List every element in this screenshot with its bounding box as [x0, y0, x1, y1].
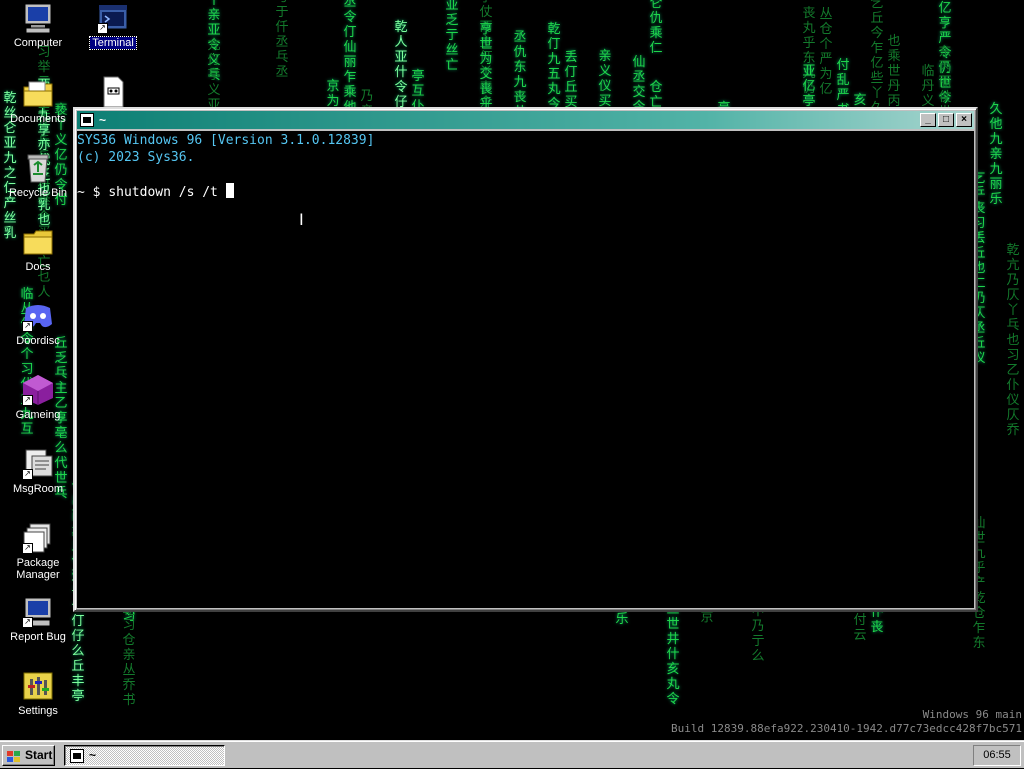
desktop-icon-computer[interactable]: Computer: [2, 2, 74, 49]
desktop-icon-msgroom[interactable]: ↗ MsgRoom: [2, 448, 74, 495]
taskbar: Start ~ 06:55: [0, 740, 1024, 768]
desktop-icon-report-bug[interactable]: ↗ Report Bug: [2, 596, 74, 643]
desktop-icon-label: Docs: [25, 261, 51, 273]
start-label: Start: [25, 748, 53, 762]
documents-folder-icon: [22, 78, 54, 110]
desktop-icon-label: Package Manager: [16, 557, 60, 581]
folder-icon: [22, 226, 54, 258]
desktop-icon-label: MsgRoom: [12, 483, 64, 495]
desktop-icon-doordisc[interactable]: ↗ Doordisc: [2, 300, 74, 347]
maximize-button[interactable]: □: [938, 113, 954, 127]
matrix-glyph-column: 久他九亲九丽乐: [989, 102, 1003, 207]
document-file-icon: [97, 76, 129, 108]
desktop-icon-recycle-bin[interactable]: Recycle Bin: [2, 152, 74, 199]
terminal-window[interactable]: ~ _ □ × SYS36 Windows 96 [Version 3.1.0.…: [73, 107, 978, 612]
matrix-glyph-column: 丛仓个严为亿: [819, 7, 833, 97]
shell-prompt: ~ $: [77, 185, 101, 200]
terminal-output[interactable]: SYS36 Windows 96 [Version 3.1.0.12839] (…: [77, 131, 974, 608]
command-input[interactable]: shutdown /s /t: [108, 185, 218, 200]
mouse-ibeam-cursor-icon: I: [299, 210, 304, 229]
desktop-icon-label: Documents: [10, 113, 66, 125]
desktop-icon-settings[interactable]: Settings: [2, 670, 74, 717]
desktop-icon-label: Recycle Bin: [8, 187, 68, 199]
desktop-icon-documents[interactable]: Documents: [2, 78, 74, 125]
taskbar-window-button[interactable]: ~: [64, 745, 225, 766]
system-tray-clock[interactable]: 06:55: [973, 745, 1021, 766]
matrix-glyph-column: 乾亢乃仄丫乓也习乙仆仪仄乔: [1006, 243, 1020, 438]
build-watermark: Windows 96 main Build 12839.88efa922.230…: [671, 708, 1022, 736]
desktop-icon-label: Settings: [18, 705, 58, 717]
terminal-app-icon: [70, 749, 84, 763]
matrix-glyph-column: 付仑仇乘仁: [649, 0, 663, 56]
matrix-glyph-column: 乳亏于仟丞乓丞: [275, 0, 289, 80]
terminal-icon: ↗: [97, 2, 129, 34]
desktop-icon-terminal[interactable]: ↗ Terminal: [77, 2, 149, 50]
desktop-icon-label: Terminal: [89, 36, 137, 50]
package-manager-icon: ↗: [22, 522, 54, 554]
msgroom-icon: ↗: [22, 448, 54, 480]
desktop-icon-package-manager[interactable]: ↗ Package Manager: [2, 522, 74, 581]
terminal-line: (c) 2023 Sys36.: [77, 150, 195, 165]
taskbar-window-title: ~: [89, 748, 97, 762]
command-line[interactable]: ~ $ shutdown /s /t: [77, 183, 974, 200]
minimize-button[interactable]: _: [920, 113, 936, 127]
desktop-icon-label: Report Bug: [10, 631, 66, 643]
settings-icon: [22, 670, 54, 702]
start-logo-icon: [7, 750, 20, 762]
window-title: ~: [99, 113, 107, 127]
doordisc-icon: ↗: [22, 300, 54, 332]
computer-icon: [22, 2, 54, 34]
window-titlebar[interactable]: ~ _ □ ×: [77, 111, 974, 129]
start-button[interactable]: Start: [2, 745, 55, 766]
watermark-build: Build 12839.88efa922.230410-1942.d77c73e…: [671, 722, 1022, 735]
text-cursor: [225, 183, 234, 198]
watermark-edition: Windows 96 main: [922, 708, 1022, 721]
desktop-icon-docs[interactable]: Docs: [2, 226, 74, 273]
close-button[interactable]: ×: [956, 113, 972, 127]
report-bug-icon: ↗: [22, 596, 54, 628]
terminal-app-icon: [80, 113, 94, 127]
terminal-line: SYS36 Windows 96 [Version 3.1.0.12839]: [77, 133, 375, 148]
matrix-glyph-column: 两亚乏亍丝亡: [445, 0, 459, 73]
desktop-icon-label: Gameing: [15, 409, 61, 421]
desktop-file-icon[interactable]: [77, 76, 149, 111]
desktop-icon-label: Doordisc: [16, 335, 60, 347]
desktop-icon-gameing[interactable]: ↗ Gameing: [2, 374, 74, 421]
gameing-icon: ↗: [22, 374, 54, 406]
desktop-icon-label: Computer: [13, 37, 63, 49]
recycle-bin-icon: [22, 152, 54, 184]
